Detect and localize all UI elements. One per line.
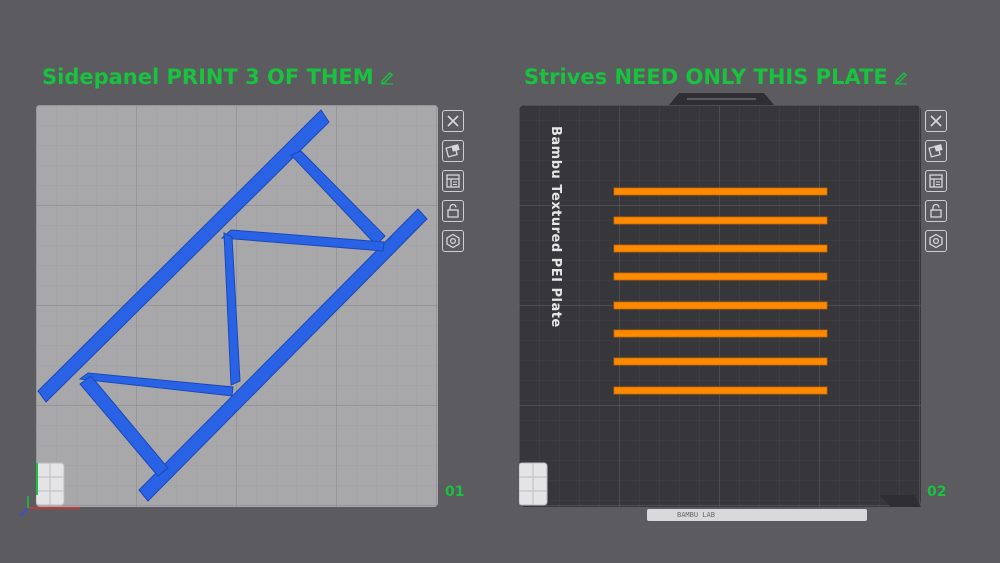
plate-1-number: 01	[445, 484, 465, 500]
bottom-bar-text: BAMBU LAB	[677, 511, 715, 519]
bed-type-label: Bambu Textured PEI Plate	[548, 126, 563, 328]
edit-icon[interactable]	[379, 69, 395, 85]
plate-2-bottom-bar: BAMBU LAB	[647, 509, 867, 521]
plate-2-bed[interactable]	[519, 93, 921, 507]
edit-icon[interactable]	[893, 69, 909, 85]
plate-settings-icon[interactable]	[442, 170, 464, 192]
close-icon[interactable]	[925, 110, 947, 132]
plate-1-title-text: Sidepanel PRINT 3 OF THEM	[42, 65, 374, 89]
orient-icon[interactable]	[442, 230, 464, 252]
axis-gizmo-icon	[19, 496, 80, 517]
orient-icon[interactable]	[925, 230, 947, 252]
plate-settings-icon[interactable]	[925, 170, 947, 192]
plate-1-toolbar	[442, 110, 468, 260]
plate-2-number: 02	[927, 484, 947, 500]
lock-icon[interactable]	[442, 200, 464, 222]
auto-arrange-icon[interactable]	[442, 140, 464, 162]
auto-arrange-icon[interactable]	[925, 140, 947, 162]
plate-2-toolbar	[925, 110, 951, 260]
plate-2-title[interactable]: Strives NEED ONLY THIS PLATE	[524, 62, 909, 92]
close-icon[interactable]	[442, 110, 464, 132]
plate-2-title-text: Strives NEED ONLY THIS PLATE	[524, 65, 888, 89]
lock-icon[interactable]	[925, 200, 947, 222]
plate-1-bed[interactable]	[36, 105, 438, 507]
plate-1-title[interactable]: Sidepanel PRINT 3 OF THEM	[42, 62, 395, 92]
